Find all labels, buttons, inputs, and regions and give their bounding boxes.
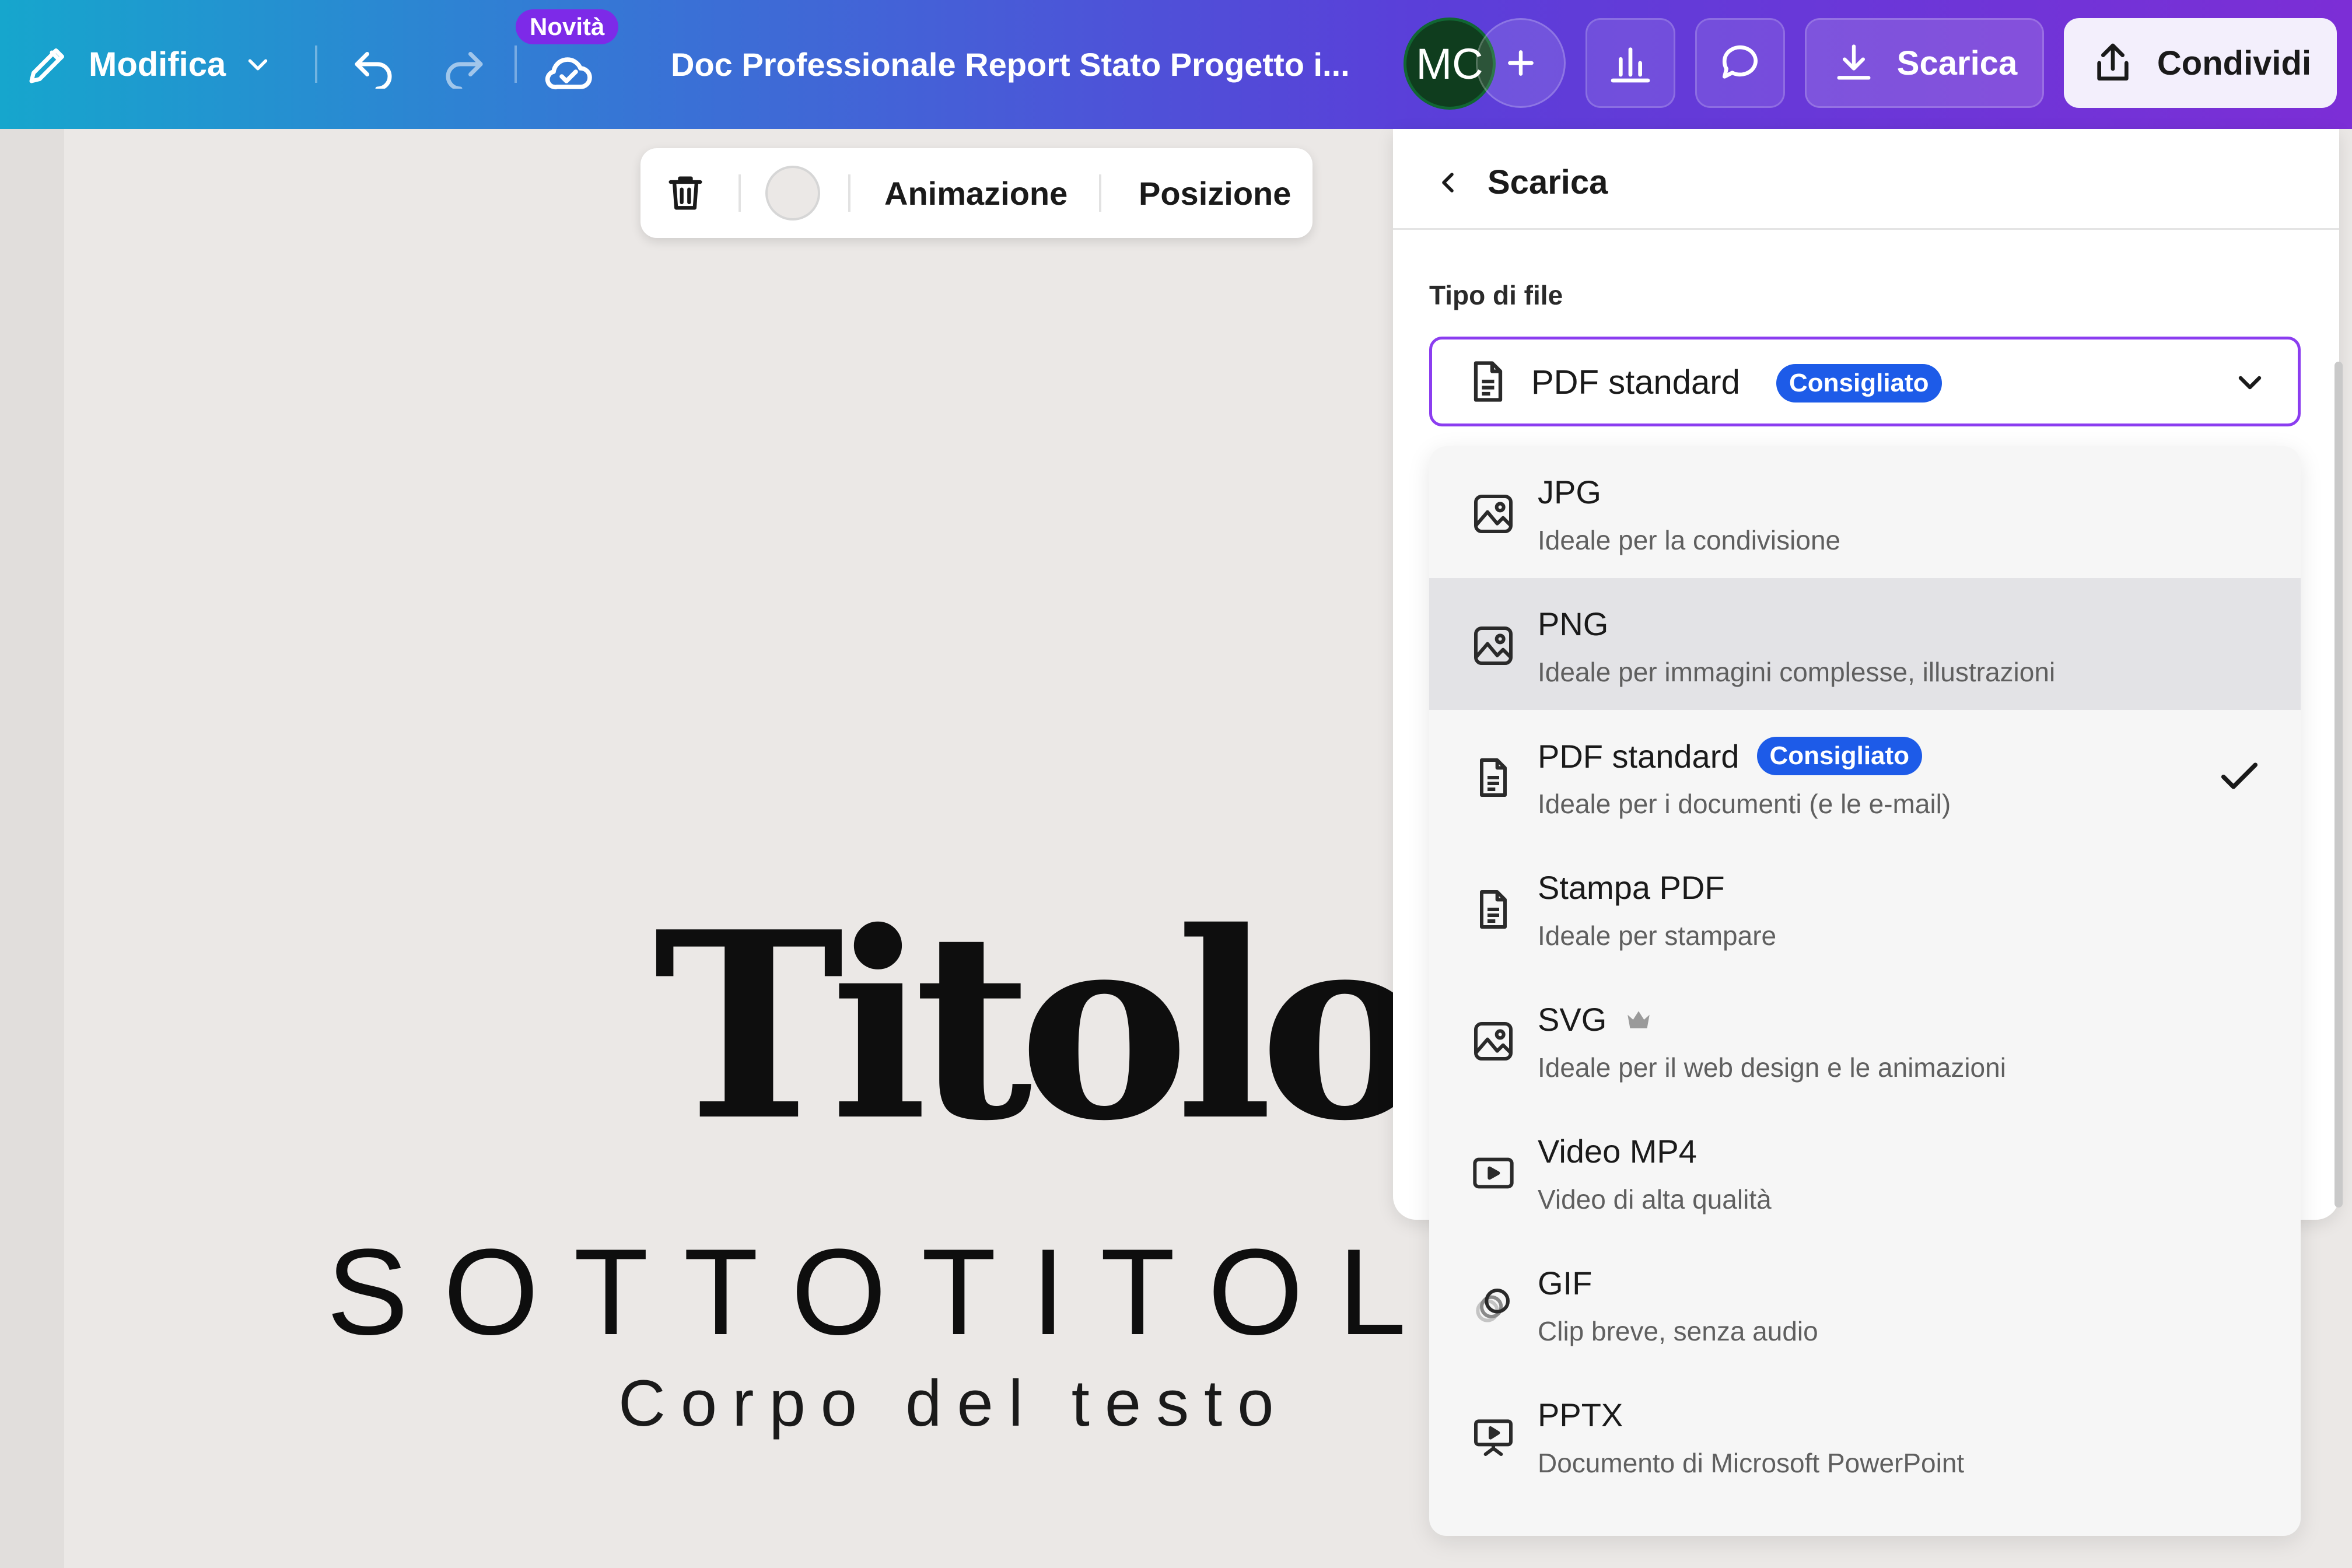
presentation-icon (1470, 1413, 1517, 1460)
design-subtitle-text[interactable]: SOTTOTITOLO (327, 1231, 1572, 1353)
option-title: JPG (1538, 474, 1601, 510)
option-description: Ideale per stampare (1538, 921, 1777, 951)
file-type-options: JPG Ideale per la condivisione PNG Ideal… (1429, 446, 2301, 1536)
file-option-pdf-standard[interactable]: PDF standard Consigliato Ideale per i do… (1429, 710, 2301, 842)
document-icon (1470, 886, 1517, 933)
chevron-down-icon (2231, 364, 2269, 401)
recommended-badge: Consigliato (1776, 364, 1942, 402)
image-icon (1470, 491, 1517, 537)
redo-icon (440, 40, 489, 89)
new-feature-badge: Novità (516, 9, 619, 44)
comment-icon (1717, 40, 1763, 86)
recommended-badge: Consigliato (1756, 737, 1923, 775)
option-title: PPTX (1538, 1396, 1623, 1433)
option-description: Documento di Microsoft PowerPoint (1538, 1448, 1965, 1478)
plus-icon (1502, 44, 1539, 82)
file-option-svg[interactable]: SVG Ideale per il web design e le animaz… (1429, 974, 2301, 1105)
selected-file-type: PDF standard (1531, 363, 1740, 401)
gif-icon (1470, 1282, 1517, 1328)
image-icon (1470, 1018, 1517, 1065)
toolbar-divider (315, 46, 317, 83)
download-label: Scarica (1896, 44, 2018, 82)
panel-divider (1393, 228, 2339, 230)
option-description: Ideale per il web design e le animazioni (1538, 1052, 2006, 1083)
animation-button[interactable]: Animazione (884, 148, 1068, 238)
design-body-text[interactable]: Corpo del testo (618, 1371, 1289, 1436)
option-description: Ideale per la condivisione (1538, 525, 1841, 555)
chevron-down-icon (242, 49, 274, 80)
pencil-icon (23, 40, 72, 89)
toolbar-divider (738, 174, 741, 212)
canvas-left-margin (0, 129, 64, 1568)
share-button[interactable]: Condividi (2064, 18, 2337, 108)
option-description: Video di alta qualità (1538, 1184, 1772, 1214)
toolbar-divider (514, 46, 517, 83)
checkmark-icon (2216, 752, 2263, 800)
file-option-mp4[interactable]: Video MP4 Video di alta qualità (1429, 1105, 2301, 1237)
image-icon (1470, 622, 1517, 669)
document-icon (1470, 754, 1517, 801)
file-type-select[interactable]: PDF standard Consigliato (1429, 337, 2301, 426)
undo-icon (349, 40, 398, 89)
option-title: Stampa PDF (1538, 869, 1725, 906)
share-icon (2090, 40, 2136, 86)
toolbar-divider (1099, 174, 1101, 212)
edit-menu-button[interactable]: Modifica (23, 0, 274, 129)
file-option-pptx[interactable]: PPTX Documento di Microsoft PowerPoint (1429, 1369, 2301, 1501)
option-description: Ideale per i documenti (e le e-mail) (1538, 789, 1951, 819)
add-collaborator-button[interactable] (1476, 18, 1566, 108)
undo-button[interactable] (344, 35, 402, 93)
redo-button[interactable] (435, 35, 494, 93)
crown-icon (1624, 1005, 1653, 1034)
option-title: GIF (1538, 1265, 1592, 1301)
file-type-label: Tipo di file (1429, 280, 1563, 310)
share-label: Condividi (2157, 44, 2312, 82)
document-icon (1464, 357, 1513, 406)
option-title: PNG (1538, 606, 1609, 642)
toolbar-divider (848, 174, 850, 212)
option-description: Ideale per immagini complesse, illustraz… (1538, 657, 2056, 687)
option-title: SVG (1538, 1001, 1607, 1038)
cloud-save-button[interactable] (537, 41, 601, 105)
position-button[interactable]: Posizione (1139, 148, 1291, 238)
panel-scrollbar[interactable] (2334, 362, 2343, 1208)
option-description: Clip breve, senza audio (1538, 1316, 1818, 1346)
trash-icon (663, 171, 708, 215)
file-option-gif[interactable]: GIF Clip breve, senza audio (1429, 1237, 2301, 1369)
top-bar: Modifica Novità Doc Professionale Report… (0, 0, 2352, 129)
option-title: PDF standard (1538, 737, 1740, 775)
panel-back-button[interactable]: Scarica (1432, 163, 1608, 202)
chevron-left-icon (1432, 166, 1464, 199)
panel-title: Scarica (1488, 163, 1608, 201)
design-title-text[interactable]: Titolo (653, 898, 1430, 1155)
delete-button[interactable] (662, 169, 709, 217)
file-option-png[interactable]: PNG Ideale per immagini complesse, illus… (1429, 578, 2301, 710)
download-icon (1832, 41, 1876, 85)
insights-button[interactable] (1586, 18, 1675, 108)
video-icon (1470, 1150, 1517, 1196)
option-title: Video MP4 (1538, 1133, 1697, 1170)
download-button[interactable]: Scarica (1805, 18, 2044, 108)
document-title[interactable]: Doc Professionale Report Stato Progetto … (671, 0, 1350, 129)
edit-menu-label: Modifica (89, 46, 226, 83)
file-option-print-pdf[interactable]: Stampa PDF Ideale per stampare (1429, 842, 2301, 974)
file-option-jpg[interactable]: JPG Ideale per la condivisione (1429, 446, 2301, 578)
cloud-check-icon (541, 45, 597, 101)
element-toolbar: Animazione Posizione (640, 148, 1312, 238)
color-swatch-button[interactable] (765, 166, 820, 220)
comments-button[interactable] (1695, 18, 1785, 108)
bar-chart-icon (1607, 40, 1654, 86)
